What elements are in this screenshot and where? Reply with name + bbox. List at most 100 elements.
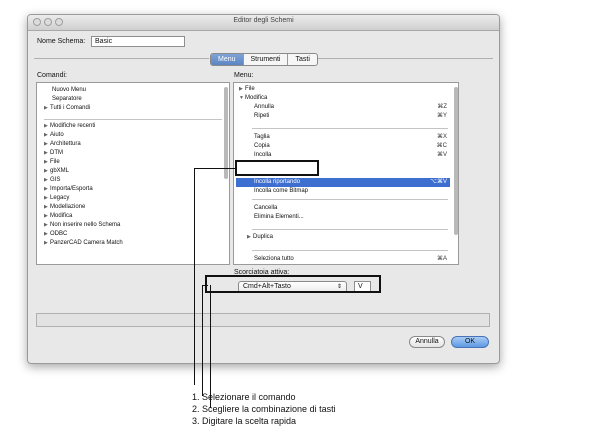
tab-strumenti[interactable]: Strumenti [244,54,289,65]
menu-item[interactable]: ▶ Duplica [247,233,273,242]
schema-name-label: Nome Schema: [37,38,86,45]
list-item-label: Architettura [50,141,81,147]
list-item[interactable]: ▶ ODBC [44,230,67,239]
list-item[interactable]: Nuovo Menu [52,86,86,95]
menu-item-label: Seleziona tutto [254,256,294,262]
list-item[interactable]: ▶ File [44,158,60,167]
ok-button[interactable]: OK [451,336,489,348]
leader-line-1-v [194,168,195,385]
list-item[interactable]: ▶ Non inserire nello Schema [44,221,120,230]
list-item[interactable]: ▶ Importa/Esporta [44,185,93,194]
menu-item-label: Annulla [254,104,275,110]
list-item[interactable]: ▶ Tutti i Comandi [44,104,90,113]
menu-item[interactable]: Annulla [254,103,274,112]
menu-item-shortcut: ⌘Z [437,104,447,110]
list-item[interactable]: ▶ Aiuto [44,131,64,140]
menu-node-modifica[interactable]: ▼Modifica [239,94,267,103]
menu-item[interactable]: Copia [254,142,270,151]
menu-item[interactable]: Elimina Elementi... [254,213,304,222]
command-callout-box [235,160,319,176]
list-item-label: File [50,159,60,165]
menu-item-label: Taglia [254,134,270,140]
menu-separator [252,199,448,200]
menu-node-label: Modifica [245,95,268,101]
menu-separator [252,229,448,230]
menu-item-label: Duplica [253,234,274,240]
menu-item-label: Incolla [254,152,272,158]
leader-line-2-v [202,285,203,396]
list-item[interactable]: ▶ Architettura [44,140,81,149]
menu-item[interactable]: Seleziona tutto [254,255,294,264]
menu-scrollbar[interactable] [454,87,458,235]
list-item[interactable]: ▶ Modifiche recenti [44,122,95,131]
list-item-label: Aiuto [50,132,64,138]
menu-item-shortcut: ⌘X [436,134,447,140]
menu-item[interactable]: Incolla [254,151,271,160]
instruction-3: 3. Digitare la scelta rapida [192,416,297,426]
menu-separator [252,128,448,129]
menu-item-label: Copia [254,143,270,149]
schema-name-input[interactable]: Basic [91,36,185,47]
list-item-label: DTM [50,150,63,156]
list-item[interactable]: ▶ Legacy [44,194,69,203]
title-bar[interactable]: Editor degli Schemi [28,15,499,31]
list-item[interactable]: ▶ Modellazione [44,203,85,212]
menu-item-shortcut: ⌘V [436,152,447,158]
list-item-label: GIS [50,177,61,183]
list-item[interactable]: Separatore [52,95,82,104]
status-bar [36,313,490,327]
menu-item-label: Cancella [254,205,278,211]
menu-item-label: Elimina Elementi... [254,214,304,220]
list-item[interactable]: ▶ gbXML [44,167,69,176]
scheme-editor-window: Editor degli Schemi Nome Schema: Basic M… [27,14,500,364]
menu-item[interactable]: Ripeti [254,112,269,121]
list-item-label: Importa/Esporta [50,186,93,192]
group-divider-right [318,58,493,59]
menu-item[interactable]: Incolla come Bitmap [254,187,308,196]
list-item-label: Tutti i Comandi [50,105,91,111]
list-item[interactable]: ▶ PanzerCAD Camera Match [44,239,123,248]
window-title: Editor degli Schemi [233,17,294,24]
tab-bar: Menu Strumenti Tasti [210,53,318,66]
menu-item[interactable]: Deseleziona tutto [254,264,300,265]
menu-item-shortcut: ⌘C [436,143,447,149]
menu-item-shortcut: ⌘A [436,256,447,262]
menu-item-shortcut: ⌘Y [436,113,447,119]
list-item-label: gbXML [50,168,70,174]
leader-line-3-v [210,285,211,408]
list-item-label: ODBC [50,231,68,237]
menu-item-label: Ripeti [254,113,270,119]
list-item-label: PanzerCAD Camera Match [50,240,123,246]
menu-node-label: File [245,86,255,92]
list-item-label: Non inserire nello Schema [50,222,121,228]
menu-item-shortcut: ⌥⌘V [430,179,447,185]
menu-item[interactable]: Incolla riportando [254,178,300,187]
tab-menu[interactable]: Menu [211,54,244,65]
menu-item[interactable]: Cancella [254,204,277,213]
list-item-label: Modifiche recenti [50,123,96,129]
tab-tasti[interactable]: Tasti [288,54,316,65]
menu-item-label: Incolla come Bitmap [254,188,309,194]
group-divider-left [34,58,209,59]
list-separator [44,119,222,120]
list-item[interactable]: ▶ Modifica [44,212,72,221]
leader-line-1-h [194,168,236,169]
list-item-label: Legacy [50,195,70,201]
menu-separator [252,250,448,251]
menu-item[interactable]: Taglia [254,133,270,142]
menu-item-label: Incolla riportando [254,179,301,185]
cancel-button[interactable]: Annulla [409,336,445,348]
list-item-label: Modifica [50,213,73,219]
list-item[interactable]: ▶ GIS [44,176,60,185]
commands-list[interactable]: Nuovo Menu Separatore ▶ Tutti i Comandi ▶… [36,82,230,265]
instruction-1: 1. Selezionare il comando [192,392,296,402]
list-item-label: Modellazione [50,204,86,210]
menu-node-file[interactable]: ▶ File [239,85,255,94]
list-item[interactable]: ▶ DTM [44,149,63,158]
commands-scrollbar[interactable] [224,87,228,179]
menu-item-shortcut: ⌥⌘A [417,264,447,265]
commands-label: Comandi: [37,72,67,79]
instruction-2: 2. Scegliere la combinazione di tasti [192,404,336,414]
shortcut-callout-box [205,275,381,293]
menu-label: Menu: [234,72,254,79]
